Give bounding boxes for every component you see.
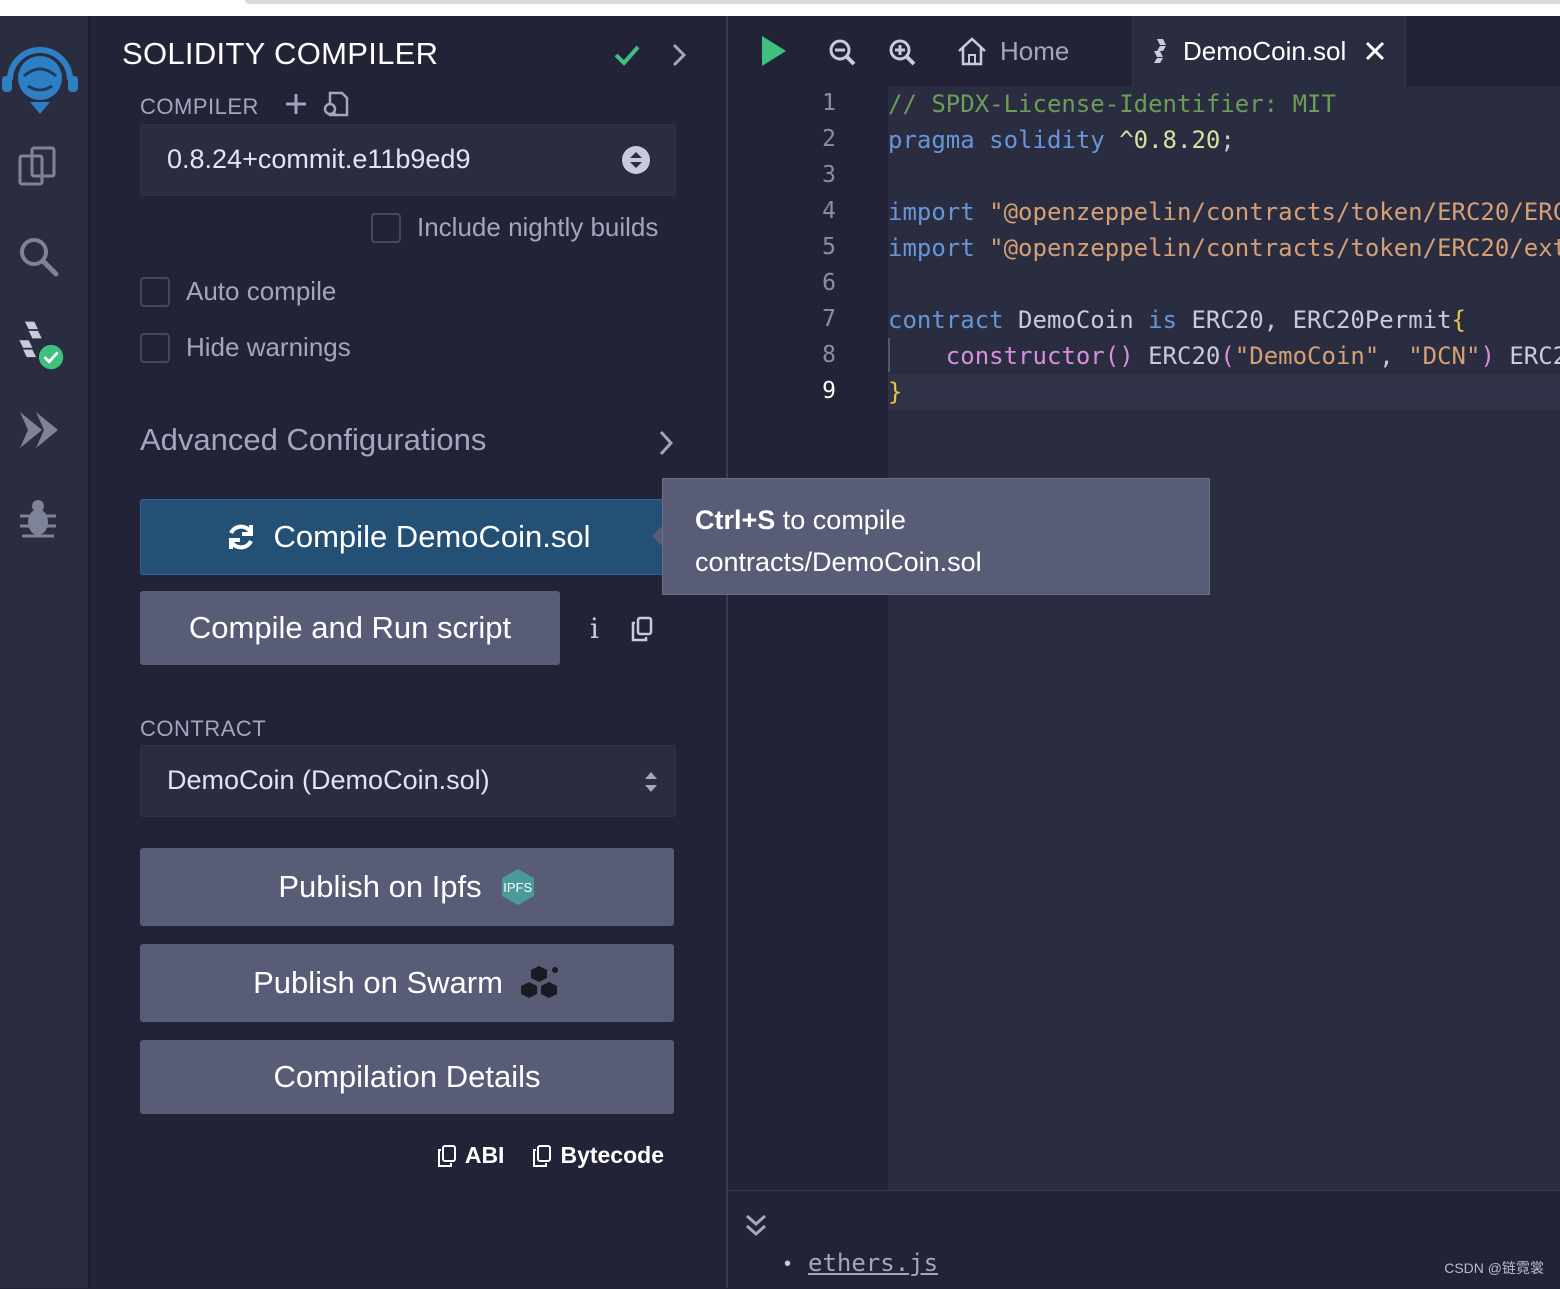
panel-title: SOLIDITY COMPILER: [122, 36, 439, 71]
remix-logo-icon[interactable]: [0, 36, 80, 116]
code-line-2: pragma solidity ^0.8.20;: [888, 126, 1235, 154]
compiler-label: COMPILER: [140, 94, 259, 119]
contract-select[interactable]: DemoCoin (DemoCoin.sol): [140, 745, 676, 817]
abi-label: ABI: [464, 1142, 505, 1168]
tooltip-line-2: contracts/DemoCoin.sol: [695, 547, 982, 577]
icon-panel: [0, 16, 90, 1288]
info-icon[interactable]: i: [590, 612, 599, 645]
compile-and-run-button[interactable]: Compile and Run script: [140, 591, 560, 665]
browser-top-strip: [0, 0, 1560, 16]
include-nightly-checkbox[interactable]: Include nightly builds: [371, 212, 658, 243]
line-number: 8: [822, 342, 836, 368]
copy-icon: [437, 1144, 456, 1167]
line-number: 1: [822, 90, 836, 116]
close-icon[interactable]: [1364, 40, 1386, 62]
solidity-compiler-icon[interactable]: [10, 316, 66, 372]
copy-bytecode-button[interactable]: Bytecode: [532, 1142, 664, 1169]
line-number: 2: [822, 126, 836, 152]
check-icon: [612, 40, 642, 75]
tooltip-shortcut: Ctrl+S: [695, 505, 776, 535]
compiler-version-select[interactable]: 0.8.24+commit.e11b9ed9: [140, 124, 676, 196]
compilation-details-button[interactable]: Compilation Details: [140, 1040, 674, 1114]
auto-compile-checkbox[interactable]: Auto compile: [140, 276, 336, 307]
line-number-gutter: 1 2 3 4 5 6 7 8 9: [728, 86, 888, 1190]
auto-compile-label: Auto compile: [186, 276, 337, 306]
contract-select-value: DemoCoin (DemoCoin.sol): [167, 765, 490, 795]
copy-abi-button[interactable]: ABI: [437, 1142, 505, 1169]
code-line-4: import "@openzeppelin/contracts/token/ER…: [888, 198, 1560, 226]
deploy-run-icon[interactable]: [10, 402, 66, 458]
code-line-1: // SPDX-License-Identifier: MIT: [888, 90, 1336, 118]
watermark: CSDN @链霓裳: [1444, 1260, 1544, 1276]
tooltip-line-1: Ctrl+S to compile: [695, 499, 1209, 541]
line-number: 5: [822, 234, 836, 260]
copy-icon[interactable]: [630, 616, 654, 647]
bullet-glyph: •: [784, 1253, 792, 1275]
compiler-version-value: 0.8.24+commit.e11b9ed9: [167, 144, 471, 174]
swarm-icon: [517, 962, 561, 1004]
tooltip-line-1-text: to compile: [775, 505, 906, 535]
select-arrows-icon: [621, 145, 651, 182]
tab-democoin[interactable]: DemoCoin.sol: [1132, 16, 1406, 86]
code-line-5: import "@openzeppelin/contracts/token/ER…: [888, 234, 1560, 262]
publish-swarm-button[interactable]: Publish on Swarm: [140, 944, 674, 1022]
checkbox-box[interactable]: [140, 332, 170, 363]
solidity-compiler-panel: SOLIDITY COMPILER COMPILER 0.8.24+commit…: [90, 16, 728, 1288]
file-explorer-icon[interactable]: [10, 138, 66, 194]
include-nightly-label: Include nightly builds: [417, 212, 659, 242]
line-number: 3: [822, 162, 836, 188]
select-arrows-icon: [643, 768, 659, 803]
ipfs-badge-text: IPFS: [503, 879, 533, 895]
add-compiler-icon[interactable]: [284, 92, 308, 121]
publish-ipfs-button[interactable]: Publish on Ipfs IPFS: [140, 848, 674, 926]
terminal-link-ethers[interactable]: ethers.js: [808, 1249, 938, 1277]
advanced-configurations-toggle[interactable]: Advanced Configurations: [140, 422, 486, 458]
compile-button-label: Compile DemoCoin.sol: [273, 519, 591, 554]
home-icon: [956, 36, 988, 66]
checkbox-box[interactable]: [140, 276, 170, 307]
code-line-8: constructor() ERC20("DemoCoin", "DCN") E…: [945, 342, 1560, 370]
contract-label: CONTRACT: [140, 716, 267, 741]
checkbox-box[interactable]: [371, 212, 401, 243]
line-number: 6: [822, 270, 836, 296]
tab-home-label: Home: [1000, 35, 1070, 66]
chevron-right-icon[interactable]: [656, 428, 676, 463]
solidity-file-icon: [1151, 38, 1169, 64]
compile-button[interactable]: Compile DemoCoin.sol: [140, 499, 676, 575]
debugger-icon[interactable]: [10, 490, 66, 546]
line-number: 7: [822, 306, 836, 332]
code-line-9: }: [888, 378, 903, 406]
tooltip-arrow: [652, 526, 662, 546]
zoom-in-icon[interactable]: [888, 38, 916, 71]
chevron-right-icon[interactable]: [668, 40, 690, 75]
collapse-terminal-icon[interactable]: [744, 1213, 768, 1244]
publish-swarm-label: Publish on Swarm: [253, 965, 503, 1000]
browser-shade: [245, 0, 1560, 4]
publish-ipfs-label: Publish on Ipfs: [278, 869, 482, 904]
current-line-highlight: [888, 374, 1560, 410]
editor-tab-bar: Home DemoCoin.sol: [728, 16, 1560, 86]
line-number: 9: [822, 378, 836, 404]
code-editor[interactable]: // SPDX-License-Identifier: MIT pragma s…: [888, 86, 1560, 1190]
compile-tooltip: Ctrl+S to compile contracts/DemoCoin.sol: [662, 478, 1210, 595]
ipfs-icon: IPFS: [500, 867, 536, 907]
line-number: 4: [822, 198, 836, 224]
hide-warnings-label: Hide warnings: [186, 332, 351, 362]
hide-warnings-checkbox[interactable]: Hide warnings: [140, 332, 351, 363]
copy-icon: [533, 1144, 552, 1167]
terminal-panel: • ethers.js: [728, 1190, 1560, 1289]
run-script-icon[interactable]: [760, 34, 788, 73]
load-custom-compiler-icon[interactable]: [322, 90, 350, 123]
editor-area: Home DemoCoin.sol 1 2 3 4 5 6 7 8 9 // S…: [728, 16, 1560, 1289]
zoom-out-icon[interactable]: [828, 38, 856, 71]
refresh-icon: [225, 521, 257, 553]
bytecode-label: Bytecode: [560, 1142, 664, 1168]
compilation-details-label: Compilation Details: [273, 1059, 541, 1094]
compile-and-run-label: Compile and Run script: [188, 610, 512, 645]
search-icon[interactable]: [10, 228, 66, 284]
tab-democoin-label: DemoCoin.sol: [1183, 35, 1347, 66]
code-line-7: contract DemoCoin is ERC20, ERC20Permit{: [888, 306, 1466, 334]
tab-home[interactable]: Home: [956, 16, 1069, 86]
copy-links: ABI Bytecode: [437, 1142, 664, 1169]
